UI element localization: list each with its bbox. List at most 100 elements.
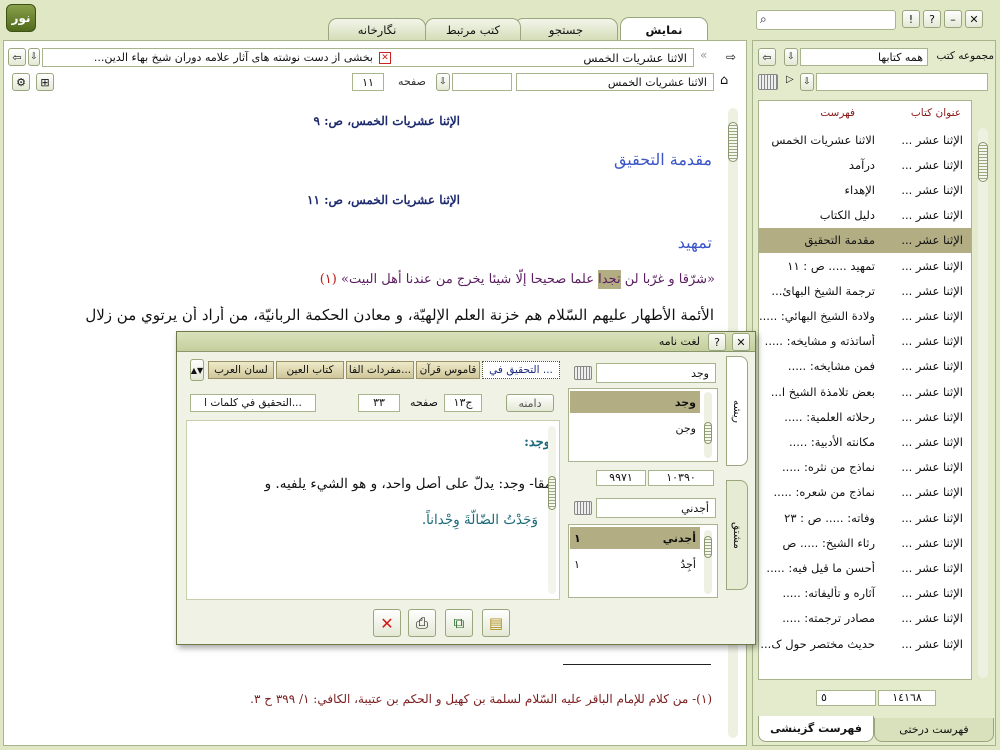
list-item[interactable]: الإثنا عشر ... الإهداء (759, 177, 971, 202)
exclamation-icon[interactable]: ! (902, 10, 920, 28)
list-item[interactable]: الإثنا عشر ... دليل الكتاب (759, 203, 971, 228)
list-item[interactable]: الإثنا عشر ... نماذج من نثره: ..... (759, 455, 971, 480)
list-item[interactable]: الإثنا عشر ... بعض تلامذة الشيخ ا... (759, 379, 971, 404)
dict-tab-mufradat[interactable]: مفردات الفا... (346, 361, 414, 379)
global-search-input[interactable]: ⌕ (756, 10, 896, 30)
reading-scroll-thumb[interactable] (728, 122, 738, 162)
list-item[interactable]: الإثنا عشر ... مصادر ترجمته: ..... (759, 606, 971, 631)
split-view-icon[interactable]: ⊞ (36, 73, 54, 91)
keyboard-icon[interactable] (574, 366, 592, 380)
derived-item-selected[interactable]: أجدني ١ (570, 527, 700, 549)
list-item[interactable]: الإثنا عشر ... مقدمة التحقيق (759, 227, 971, 253)
breadcrumb[interactable]: الاثنا عشریات الخمس ✕ بخشی از دست نوشته … (42, 48, 694, 67)
dict-tab-scroll[interactable]: ▲▼ (190, 359, 204, 381)
page-down-button[interactable]: ⇩ (436, 73, 450, 91)
collection-label: مجموعه کتب (936, 50, 994, 62)
derived-scroll-thumb[interactable] (704, 536, 712, 558)
list-item[interactable]: الإثنا عشر ... أساتذته و مشايخه: ..... (759, 329, 971, 354)
dict-tab-ayn[interactable]: كتاب العين (276, 361, 344, 379)
book-list-scrollbar[interactable] (978, 128, 988, 678)
book-list: عنوان کتاب فهرست الإثنا عشر ... الاثنا عش… (758, 100, 972, 680)
book-search-input[interactable] (816, 73, 988, 91)
list-item[interactable]: الإثنا عشر ... رحلاته العلمية: ..... (759, 404, 971, 429)
root-scroll-thumb[interactable] (704, 422, 712, 444)
list-item[interactable]: الإثنا عشر ... رثاء الشيخ: ..... ص (759, 530, 971, 555)
dict-tab-qamus[interactable]: قاموس قرآن (416, 361, 480, 379)
tab-selected-index[interactable]: فهرست گزینشی (758, 716, 874, 742)
dict-entry-scroll-thumb[interactable] (548, 476, 556, 510)
dict-tab-lisan[interactable]: لسان العرب (208, 361, 274, 379)
page-spinner[interactable] (452, 73, 512, 91)
list-item[interactable]: الإثنا عشر ... الاثنا عشريات الخمس (759, 127, 971, 152)
list-item[interactable]: الإثنا عشر ... حديث مختصر حول ک... (759, 631, 971, 656)
root-input[interactable]: وجد (596, 363, 716, 383)
dict-page-input[interactable]: ٣٣ (358, 394, 400, 412)
list-item[interactable]: الإثنا عشر ... فمن مشايخه: ..... (759, 354, 971, 379)
dialog-close-button[interactable]: ✕ (373, 609, 401, 637)
book-list-scroll-thumb[interactable] (978, 142, 988, 182)
minimize-icon[interactable]: – (944, 10, 962, 28)
tab-tree-index[interactable]: فهرست درختی (874, 718, 994, 742)
close-icon[interactable]: ✕ (965, 10, 983, 28)
panel-play-icon[interactable]: ▷ (786, 74, 796, 90)
derived-input[interactable]: أجدني (596, 498, 716, 518)
list-item[interactable]: الإثنا عشر ... آثاره و تأليفاته: ..... (759, 581, 971, 606)
dict-search-scope-button[interactable]: دامنه (506, 394, 554, 412)
help-icon-group: ! ? – ✕ (902, 10, 983, 28)
dict-tab-tahqiq[interactable]: التحقيق في ... (482, 361, 560, 379)
tab-display[interactable]: نمایش (620, 17, 708, 41)
book-select[interactable]: الاثنا عشریات الخمس (516, 73, 714, 91)
list-item[interactable]: الإثنا عشر ... تمهيد ..... ص : ١١ (759, 253, 971, 278)
breadcrumb-main[interactable]: الاثنا عشریات الخمس (393, 51, 693, 65)
list-item[interactable]: الإثنا عشر ... وفاته: ..... ص : ٢٣ (759, 505, 971, 530)
breadcrumb-scroll-left[interactable]: ⇩ (28, 48, 40, 66)
list-item[interactable]: الإثنا عشر ... نماذج من شعره: ..... (759, 480, 971, 505)
nav-back-button[interactable]: ⇦ (8, 48, 26, 66)
dict-page-label: صفحه (410, 396, 438, 409)
root-item-selected[interactable]: وجد (570, 391, 700, 413)
keyboard-icon[interactable] (574, 501, 592, 515)
list-item[interactable]: الإثنا عشر ... أحسن ما قيل فيه: ..... (759, 555, 971, 580)
paragraph-line-1: الأئمة الأطهار عليهم السّلام هم خزنة الع… (85, 306, 714, 324)
note-icon[interactable]: ▤ (482, 609, 510, 637)
panel-back-button[interactable]: ⇦ (758, 48, 776, 66)
breadcrumb-desc[interactable]: بخشی از دست نوشته های آثار علامه دوران ش… (43, 51, 377, 64)
list-item[interactable]: الإثنا عشر ... درآمد (759, 152, 971, 177)
list-item[interactable]: الإثنا عشر ... ولادة الشيخ البهائي: ..... (759, 303, 971, 328)
col-header-book[interactable]: عنوان کتاب (883, 107, 971, 125)
side-tab-root[interactable]: ریشه (726, 356, 748, 466)
derived-item[interactable]: أجِدُ ١ (570, 554, 700, 574)
copy-icon[interactable]: ⧉ (445, 609, 473, 637)
help-icon[interactable]: ? (923, 10, 941, 28)
nav-forward-button[interactable]: ⇨ (722, 48, 740, 66)
page-number-input[interactable]: ۱۱ (352, 73, 384, 91)
derived-scrollbar[interactable] (704, 530, 712, 594)
keyboard-icon[interactable] (758, 74, 778, 90)
panel-dropdown-arrow[interactable]: ⇩ (784, 48, 798, 66)
settings-icon[interactable]: ⚙ (12, 73, 30, 91)
record-current-box: ٥ (816, 690, 876, 706)
dialog-help-icon[interactable]: ? (708, 333, 726, 351)
dict-entry-scrollbar[interactable] (548, 426, 556, 594)
print-icon[interactable]: ⎙ (408, 609, 436, 637)
list-item[interactable]: الإثنا عشر ... ترجمة الشيخ البهائ... (759, 278, 971, 303)
footnote-ref[interactable]: (١) (320, 272, 337, 287)
panel-search-arrow[interactable]: ⇩ (800, 73, 814, 91)
tab-related-books[interactable]: کتب مرتبط (425, 18, 521, 40)
dict-volume-input[interactable]: ج١٣ (444, 394, 482, 412)
breadcrumb-close-icon[interactable]: ✕ (379, 51, 391, 64)
tab-gallery[interactable]: نگارخانه (328, 18, 426, 40)
col-header-index[interactable]: فهرست (759, 107, 883, 125)
breadcrumb-scroll-right[interactable]: « (700, 48, 714, 66)
tab-search[interactable]: جستجو (514, 18, 618, 40)
list-header: عنوان کتاب فهرست (759, 107, 971, 125)
tag-icon[interactable]: ⌂ (720, 73, 738, 91)
root-item[interactable]: وجن (570, 418, 700, 438)
book-title-box[interactable]: التحقيق في كلمات ا... (190, 394, 316, 412)
list-item[interactable]: الإثنا عشر ... مكانته الأدبية: ..... (759, 429, 971, 454)
dialog-close-icon[interactable]: ✕ (732, 333, 750, 351)
collection-select[interactable]: همه کتابها (800, 48, 928, 66)
root-scrollbar[interactable] (704, 392, 712, 458)
side-tab-derived[interactable]: مشتق (726, 480, 748, 590)
app-logo[interactable]: نور (6, 4, 36, 32)
